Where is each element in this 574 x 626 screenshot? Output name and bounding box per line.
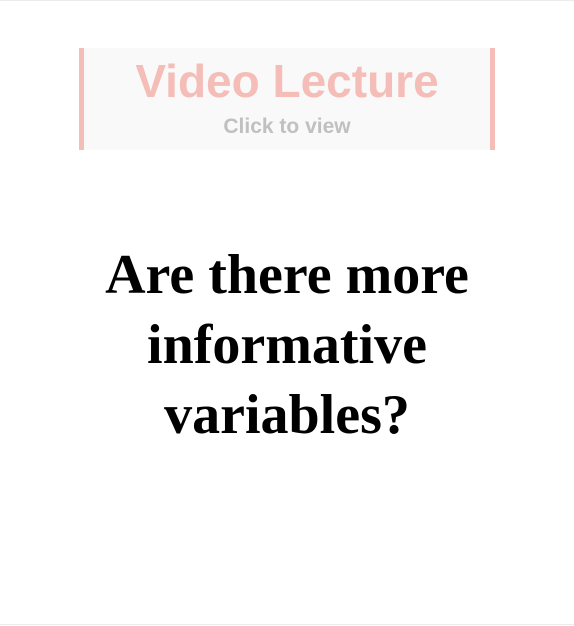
top-divider xyxy=(0,0,574,1)
click-to-view-label: Click to view xyxy=(223,115,351,138)
bottom-divider xyxy=(0,624,574,625)
slide-heading: Are there more informative variables? xyxy=(105,244,469,446)
video-lecture-title: Video Lecture xyxy=(135,55,439,107)
video-lecture-link[interactable]: Video Lecture Click to view xyxy=(79,48,495,150)
